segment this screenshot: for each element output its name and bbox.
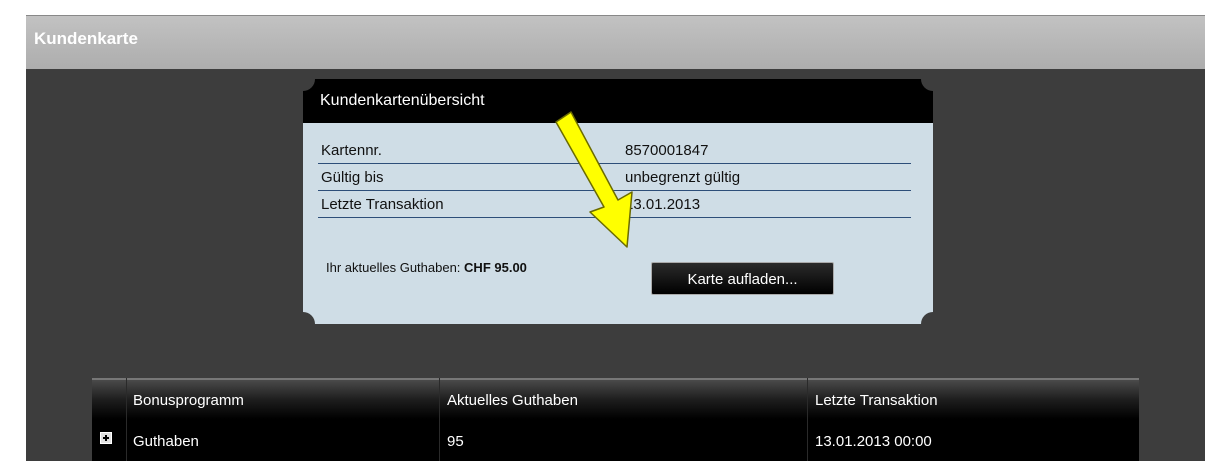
customer-card-panel: Kundenkarte Kundenkartenübersicht Karten… <box>26 15 1205 461</box>
table-row[interactable]: Guthaben 95 13.01.2013 00:00 <box>92 419 1139 461</box>
column-header-program[interactable]: Bonusprogramm <box>133 392 244 409</box>
cell-last-transaction: 13.01.2013 00:00 <box>815 433 932 450</box>
column-divider <box>439 378 440 461</box>
valid-until-value: unbegrenzt gültig <box>625 169 741 186</box>
corner-decoration <box>921 312 933 324</box>
card-overview-title: Kundenkartenübersicht <box>320 92 485 109</box>
section-title: Kundenkarte <box>34 29 138 48</box>
current-balance-label: Ihr aktuelles Guthaben: <box>326 260 461 275</box>
bonus-program-table: Bonusprogramm Aktuelles Guthaben Letzte … <box>92 378 1139 461</box>
column-divider <box>126 378 127 461</box>
card-number-value: 8570001847 <box>625 142 709 159</box>
last-transaction-row: Letzte Transaktion 13.01.2013 <box>318 191 911 218</box>
last-transaction-label: Letzte Transaktion <box>321 196 444 213</box>
cell-balance: 95 <box>447 433 464 450</box>
column-header-balance[interactable]: Aktuelles Guthaben <box>447 392 578 409</box>
cell-program: Guthaben <box>133 433 199 450</box>
valid-until-label: Gültig bis <box>321 169 384 186</box>
card-overview-box: Kundenkartenübersicht Kartennr. 85700018… <box>303 79 933 324</box>
section-header: Kundenkarte <box>26 16 1205 69</box>
valid-until-row: Gültig bis unbegrenzt gültig <box>318 164 911 191</box>
column-header-last-transaction[interactable]: Letzte Transaktion <box>815 392 938 409</box>
card-number-row: Kartennr. 8570001847 <box>318 137 911 164</box>
last-transaction-value: 13.01.2013 <box>625 196 701 213</box>
current-balance-amount: CHF 95.00 <box>464 260 527 275</box>
card-overview-header: Kundenkartenübersicht <box>303 79 933 123</box>
column-divider <box>807 378 808 461</box>
current-balance: Ihr aktuelles Guthaben: CHF 95.00 <box>326 260 527 275</box>
topup-card-button[interactable]: Karte aufladen... <box>651 262 834 295</box>
table-header: Bonusprogramm Aktuelles Guthaben Letzte … <box>92 378 1139 419</box>
card-number-label: Kartennr. <box>321 142 382 159</box>
corner-decoration <box>303 312 315 324</box>
expand-plus-icon[interactable] <box>100 432 112 444</box>
